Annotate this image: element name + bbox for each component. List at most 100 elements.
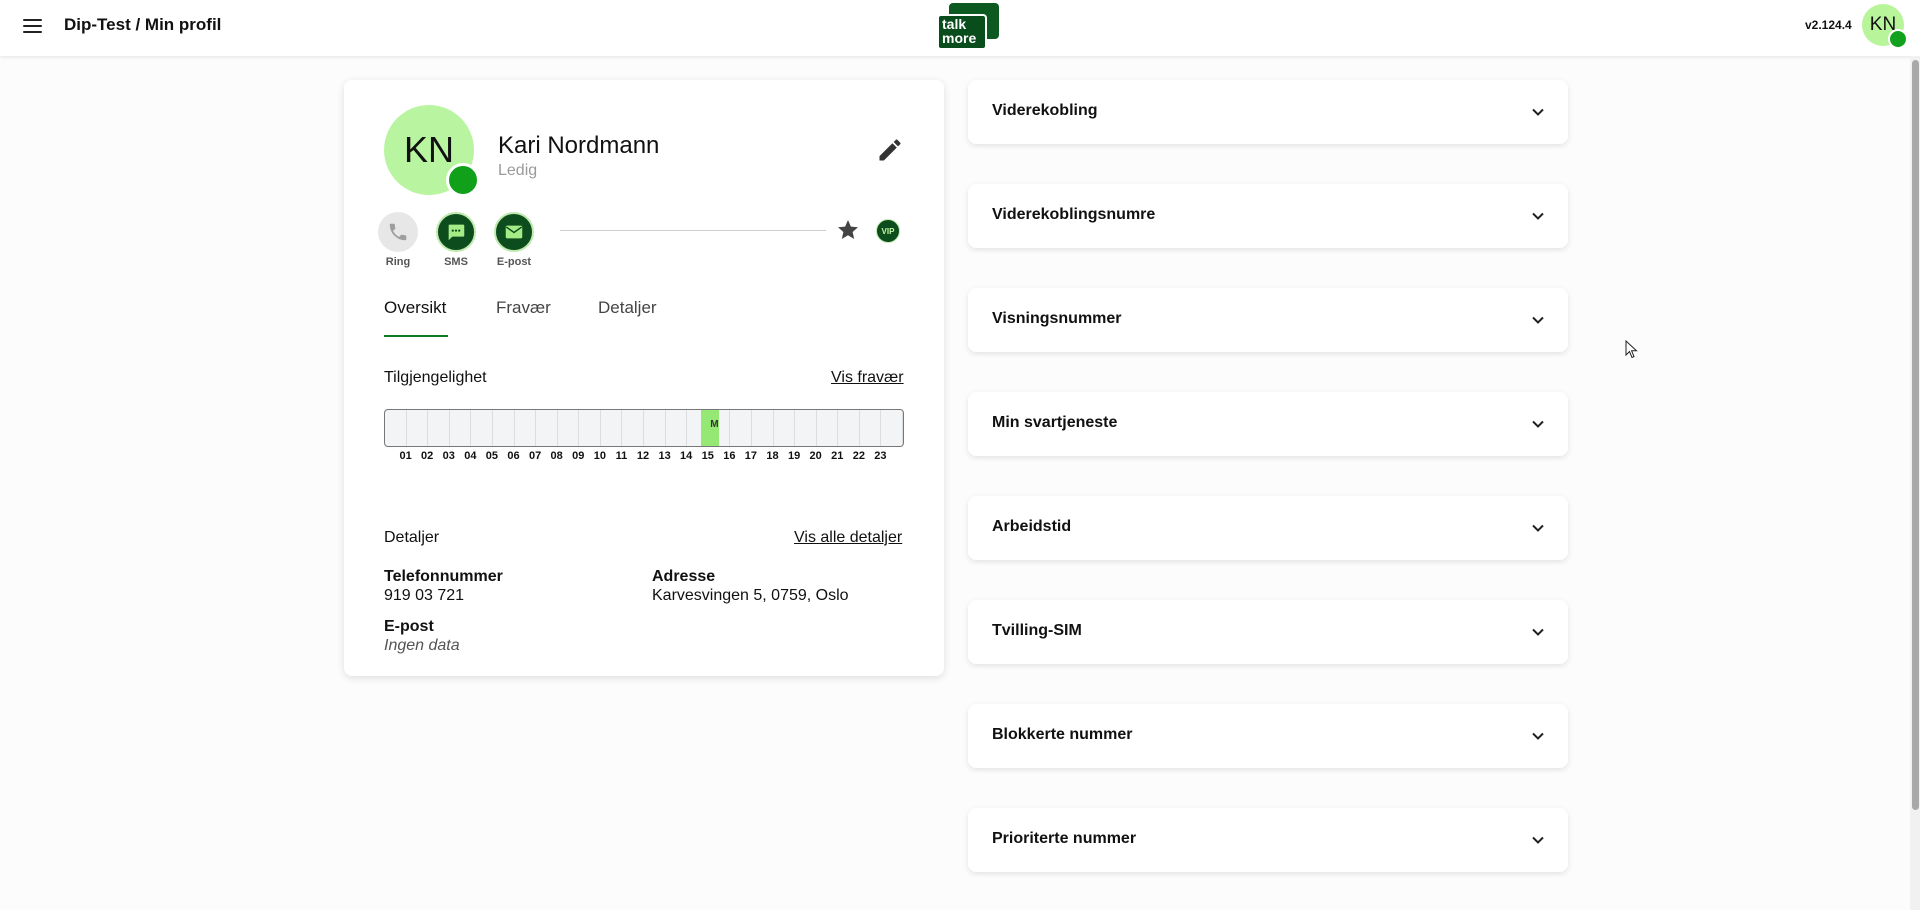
address-label: Adresse [652, 568, 716, 585]
timeline-slot [795, 410, 817, 446]
hour-label: 15 [701, 450, 714, 462]
profile-status: Ledig [498, 162, 538, 179]
hour-label: 22 [852, 450, 865, 462]
email-field-label: E-post [384, 618, 434, 635]
email-button[interactable]: E-post [484, 212, 544, 268]
vip-badge[interactable]: VIP [876, 219, 900, 243]
timeline-slot [752, 410, 774, 446]
timeline-slot [838, 410, 860, 446]
timeline-slot [730, 410, 752, 446]
hour-label: 20 [809, 450, 822, 462]
hour-label: 02 [421, 450, 434, 462]
email-field-value: Ingen data [384, 637, 460, 654]
call-button[interactable]: Ring [368, 212, 428, 268]
phone-label: Telefonnummer [384, 568, 503, 585]
hour-label: 21 [831, 450, 844, 462]
address-value: Karvesvingen 5, 0759, Oslo [652, 587, 849, 604]
profile-initials: KN [403, 129, 454, 170]
timeline-slot [493, 410, 515, 446]
tab-fravaer[interactable]: Fravær [496, 298, 551, 318]
presence-indicator [446, 163, 480, 197]
favorite-star-icon[interactable] [836, 218, 860, 242]
timeline-slot [817, 410, 839, 446]
panel-title: Tvilling-SIM [992, 622, 1082, 639]
hour-label: 16 [723, 450, 736, 462]
chevron-down-icon [1532, 836, 1544, 844]
show-all-details-link[interactable]: Vis alle detaljer [794, 529, 902, 547]
divider [560, 230, 826, 231]
hour-label: 10 [593, 450, 606, 462]
phone-value: 919 03 721 [384, 587, 465, 604]
tab-oversikt[interactable]: Oversikt [384, 298, 446, 318]
hour-label: 14 [680, 450, 693, 462]
scrollbar-thumb[interactable] [1912, 60, 1919, 810]
profile-avatar: KN [384, 105, 480, 197]
timeline-slot [450, 410, 472, 446]
timeline-slot [601, 410, 623, 446]
panel-min-svartjeneste[interactable]: Min svartjeneste [968, 392, 1568, 456]
chevron-down-icon [1532, 108, 1544, 116]
panel-title: Arbeidstid [992, 518, 1072, 535]
hour-label: 17 [744, 450, 758, 462]
hour-label: 03 [442, 450, 455, 462]
chevron-down-icon [1532, 628, 1544, 636]
sms-button[interactable]: SMS [426, 212, 486, 268]
hour-label: 19 [787, 450, 801, 462]
profile-card: KN Kari Nordmann Ledig Ring SMS E-post V… [344, 80, 944, 676]
top-bar: Dip-Test / Min profil talk more v2.124.4 … [0, 0, 1920, 56]
hour-label: 01 [399, 450, 412, 462]
hour-label: 23 [874, 450, 887, 462]
timeline-slot [666, 410, 688, 446]
chevron-down-icon [1532, 316, 1544, 324]
hour-label: 04 [464, 450, 477, 462]
availability-marker: M [700, 410, 719, 446]
mouse-cursor-icon [1625, 340, 1638, 359]
edit-pencil-icon[interactable] [876, 136, 904, 164]
panel-arbeidstid[interactable]: Arbeidstid [968, 496, 1568, 560]
tab-detaljer[interactable]: Detaljer [598, 298, 657, 318]
chevron-down-icon [1532, 212, 1544, 220]
timeline-slot [622, 410, 644, 446]
show-absence-link[interactable]: Vis fravær [831, 369, 904, 387]
timeline-slot [579, 410, 601, 446]
timeline-slot [385, 410, 407, 446]
panel-title: Prioriterte nummer [992, 830, 1137, 847]
panel-title: Visningsnummer [992, 310, 1122, 327]
sms-label: SMS [444, 256, 468, 268]
panel-viderekobling[interactable]: Viderekobling [968, 80, 1568, 144]
presence-indicator [1888, 29, 1908, 49]
timeline-slot [644, 410, 666, 446]
hamburger-menu-icon[interactable] [20, 14, 46, 40]
breadcrumb: Dip-Test / Min profil [64, 15, 222, 34]
user-avatar[interactable]: KN [1862, 4, 1908, 49]
panel-viderekoblingsnumre[interactable]: Viderekoblingsnumre [968, 184, 1568, 248]
panel-title: Min svartjeneste [992, 414, 1118, 431]
email-label: E-post [496, 256, 532, 268]
mail-icon [494, 212, 534, 252]
hour-label: 09 [572, 450, 585, 462]
timeline-slot [428, 410, 450, 446]
chevron-down-icon [1532, 524, 1544, 532]
panel-prioriterte-nummer[interactable]: Prioriterte nummer [968, 808, 1568, 872]
panel-visningsnummer[interactable]: Visningsnummer [968, 288, 1568, 352]
availability-title: Tilgjengelighet [384, 369, 487, 386]
availability-timeline[interactable]: M [384, 409, 904, 447]
talkmore-logo[interactable]: talk more [937, 3, 999, 51]
timeline-slot [515, 410, 537, 446]
hour-label: 05 [485, 450, 499, 462]
timeline-slot [881, 410, 903, 446]
panel-title: Viderekoblingsnumre [992, 206, 1156, 223]
hour-label: 08 [550, 450, 563, 462]
panel-tvilling-sim[interactable]: Tvilling-SIM [968, 600, 1568, 664]
timeline-slot [774, 410, 796, 446]
chat-icon [436, 212, 476, 252]
panel-title: Blokkerte nummer [992, 726, 1133, 743]
hour-label: 07 [528, 450, 542, 462]
profile-name: Kari Nordmann [498, 132, 660, 159]
details-title: Detaljer [384, 529, 440, 546]
timeline-slot [407, 410, 429, 446]
hour-label: 18 [766, 450, 779, 462]
version-label: v2.124.4 [1805, 18, 1852, 32]
panel-blokkerte-nummer[interactable]: Blokkerte nummer [968, 704, 1568, 768]
timeline-slot [471, 410, 493, 446]
